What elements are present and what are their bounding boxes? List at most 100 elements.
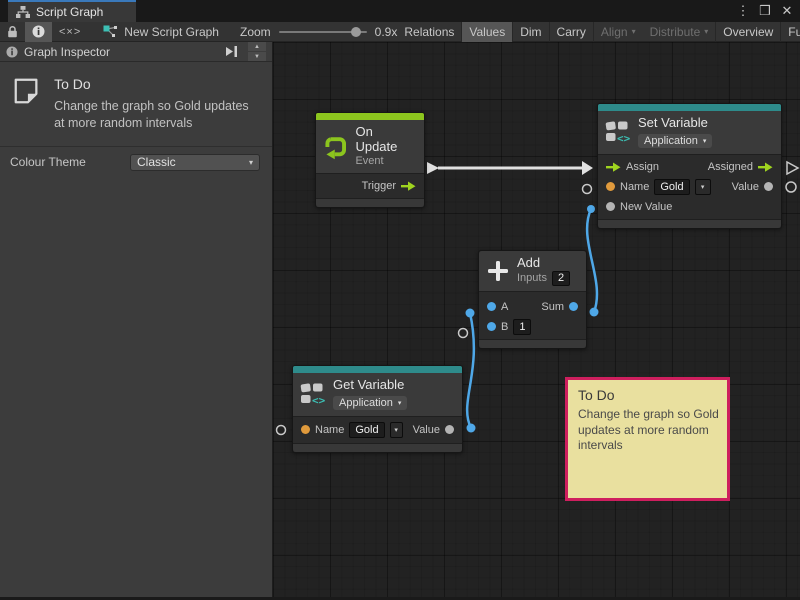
graph-hierarchy-icon: [16, 6, 30, 18]
node-accent-bar: [598, 104, 781, 111]
port-a-dot[interactable]: [487, 302, 496, 311]
note-body: Change the graph so Gold updates at more…: [54, 98, 262, 132]
node-accent-bar: [293, 366, 462, 373]
node-footer[interactable]: [293, 443, 462, 452]
sticky-note[interactable]: To Do Change the graph so Gold updates a…: [565, 377, 730, 501]
port-a-label: A: [501, 301, 508, 313]
chevron-down-icon: ▾: [249, 158, 253, 167]
relations-button[interactable]: Relations: [397, 22, 461, 42]
info-icon: [32, 25, 45, 38]
values-button[interactable]: Values: [462, 22, 512, 42]
port-new-value-dot[interactable]: [606, 202, 615, 211]
node-footer[interactable]: [598, 219, 781, 228]
info-icon: [6, 46, 18, 58]
zoom-slider-handle[interactable]: [351, 27, 361, 37]
chevron-down-icon: ▾: [398, 399, 402, 407]
wire-endpoint: [466, 309, 475, 318]
lock-button[interactable]: [0, 22, 25, 42]
chevron-down-icon: ▾: [703, 137, 707, 145]
script-graph-icon: [103, 25, 118, 38]
inspector-toggle-button[interactable]: [25, 22, 52, 42]
inspector-title: Graph Inspector: [24, 45, 110, 59]
zoom-label: Zoom: [240, 25, 271, 39]
port-endpoint-set-name: [583, 185, 592, 194]
name-dropdown-button[interactable]: ▾: [390, 422, 403, 438]
node-title: On Update: [355, 125, 417, 155]
dim-button[interactable]: Dim: [513, 22, 548, 42]
lock-icon: [7, 25, 18, 38]
node-on-update[interactable]: On Update Event Trigger: [315, 112, 425, 208]
port-name-dot[interactable]: [606, 182, 615, 191]
wire-add-to-set: [587, 209, 597, 312]
down-arrow-icon[interactable]: ▼: [248, 52, 266, 61]
name-dropdown-button[interactable]: ▾: [695, 179, 711, 195]
wire-endpoint: [467, 424, 476, 433]
port-name-label: Name: [620, 181, 649, 193]
overview-button[interactable]: Overview: [716, 22, 780, 42]
dock-panel-icon[interactable]: [225, 45, 238, 58]
port-name-label: Name: [315, 424, 344, 436]
b-value-field[interactable]: 1: [513, 319, 531, 335]
port-endpoint-assigned: [787, 162, 798, 174]
code-icon: <×>: [59, 26, 81, 38]
colour-theme-dropdown[interactable]: Classic ▾: [130, 154, 260, 171]
node-footer[interactable]: [479, 339, 586, 348]
node-footer[interactable]: [316, 198, 424, 207]
fullscreen-button[interactable]: Full S: [781, 22, 800, 42]
port-value-label: Value: [413, 424, 440, 436]
up-arrow-icon[interactable]: ▲: [248, 42, 266, 51]
new-script-graph-label: New Script Graph: [124, 25, 219, 39]
port-assign-label: Assign: [626, 161, 659, 173]
wire-endpoint: [587, 205, 595, 213]
wire-endpoint: [590, 308, 599, 317]
port-new-value-label: New Value: [620, 201, 672, 213]
flow-arrow-icon[interactable]: [758, 162, 773, 172]
zoom-value: 0.9x: [375, 25, 398, 39]
flow-wire-arrowhead: [582, 161, 593, 175]
graph-canvas[interactable]: On Update Event Trigger <>: [273, 42, 800, 600]
panel-spinner[interactable]: ▲ ▼: [248, 42, 266, 61]
new-script-graph-button[interactable]: New Script Graph: [96, 22, 226, 42]
port-value-dot[interactable]: [445, 425, 454, 434]
node-subtitle: Inputs: [517, 272, 547, 285]
window-close-icon[interactable]: ✕: [778, 2, 796, 20]
name-value-field[interactable]: Gold: [654, 179, 689, 195]
svg-text:<>: <>: [617, 132, 631, 144]
colour-theme-label: Colour Theme: [10, 155, 86, 169]
node-get-variable[interactable]: <> Get Variable Application ▾ Name Gold …: [292, 365, 463, 453]
node-subtitle: Event: [355, 155, 417, 168]
node-title: Get Variable: [333, 378, 407, 393]
port-b-dot[interactable]: [487, 322, 496, 331]
port-value-dot[interactable]: [764, 182, 773, 191]
tab-script-graph[interactable]: Script Graph: [8, 0, 136, 22]
zoom-slider[interactable]: [279, 31, 367, 33]
port-trigger[interactable]: Trigger: [316, 176, 424, 196]
variable-scope-dropdown[interactable]: Application ▾: [333, 396, 407, 410]
variables-icon: <>: [300, 382, 326, 406]
flow-arrow-icon: [401, 181, 416, 191]
variable-scope-dropdown[interactable]: Application ▾: [638, 134, 712, 148]
chevron-down-icon: ▾: [632, 27, 636, 36]
code-view-button[interactable]: <×>: [52, 22, 88, 42]
align-button[interactable]: Align ▾: [594, 22, 643, 42]
inputs-count-field[interactable]: 2: [552, 271, 570, 286]
sticky-note-icon: [12, 76, 40, 106]
carry-button[interactable]: Carry: [550, 22, 593, 42]
port-endpoint-get-name: [277, 426, 286, 435]
inspector-note: To Do Change the graph so Gold updates a…: [0, 62, 272, 144]
node-set-variable[interactable]: <> Set Variable Application ▾ Assign Ass…: [597, 103, 782, 229]
name-value-field[interactable]: Gold: [349, 422, 384, 438]
distribute-button[interactable]: Distribute ▾: [643, 22, 716, 42]
node-add[interactable]: Add Inputs 2 A Sum B 1: [478, 250, 587, 349]
flow-arrow-icon[interactable]: [606, 162, 621, 172]
port-name-dot[interactable]: [301, 425, 310, 434]
port-b-label: B: [501, 321, 508, 333]
graph-inspector-panel: Graph Inspector ▲ ▼ To Do Change the gra…: [0, 42, 273, 600]
on-update-icon: [323, 134, 348, 160]
chevron-down-icon: ▾: [704, 27, 708, 36]
port-sum-dot[interactable]: [569, 302, 578, 311]
window-maximize-icon[interactable]: ❒: [756, 2, 774, 20]
variables-icon: <>: [605, 120, 631, 144]
node-accent-bar: [316, 113, 424, 120]
window-menu-icon[interactable]: ⋮: [734, 2, 752, 20]
